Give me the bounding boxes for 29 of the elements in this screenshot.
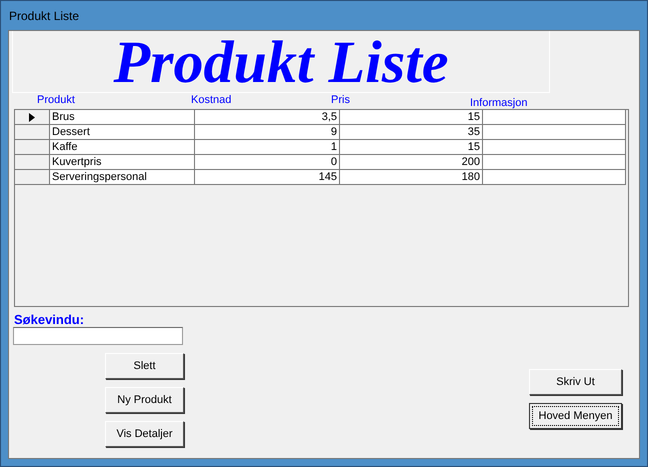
table-cell: Kaffe [50, 140, 195, 155]
field-label: Produkt [37, 94, 75, 106]
table-cell: 35 [340, 125, 483, 140]
action-button[interactable]: Ny Produkt [105, 387, 184, 413]
field-label: Kostnad [191, 94, 232, 106]
table-cell: 0 [195, 155, 340, 170]
table-cell: Serveringspersonal [50, 170, 195, 185]
table-cell: 1 [195, 140, 340, 155]
action-button[interactable]: Vis Detaljer [105, 421, 184, 447]
table-cell: 9 [195, 125, 340, 140]
banner-title: Produkt Liste [113, 32, 448, 92]
table-cell: 180 [340, 170, 483, 185]
table-cell: 15 [340, 140, 483, 155]
table-cell: Kuvertpris [50, 155, 195, 170]
field-label: Pris [331, 94, 350, 106]
search-label: Søkevindu: [14, 312, 84, 327]
action-button[interactable]: Slett [105, 353, 184, 379]
search-field[interactable] [13, 327, 183, 345]
table-cell: 200 [340, 155, 483, 170]
table-cell: Brus [50, 110, 195, 125]
table-cell: Dessert [50, 125, 195, 140]
table-cell: 15 [340, 110, 483, 125]
table-cell: 3,5 [195, 110, 340, 125]
window-title: Produkt Liste [9, 8, 80, 22]
field-label: Informasjon [470, 97, 528, 109]
table-cell: 145 [195, 170, 340, 185]
current-row-icon [29, 112, 35, 122]
action-button[interactable]: Skriv Ut [529, 369, 622, 395]
action-button[interactable]: Hoved Menyen [529, 403, 622, 429]
